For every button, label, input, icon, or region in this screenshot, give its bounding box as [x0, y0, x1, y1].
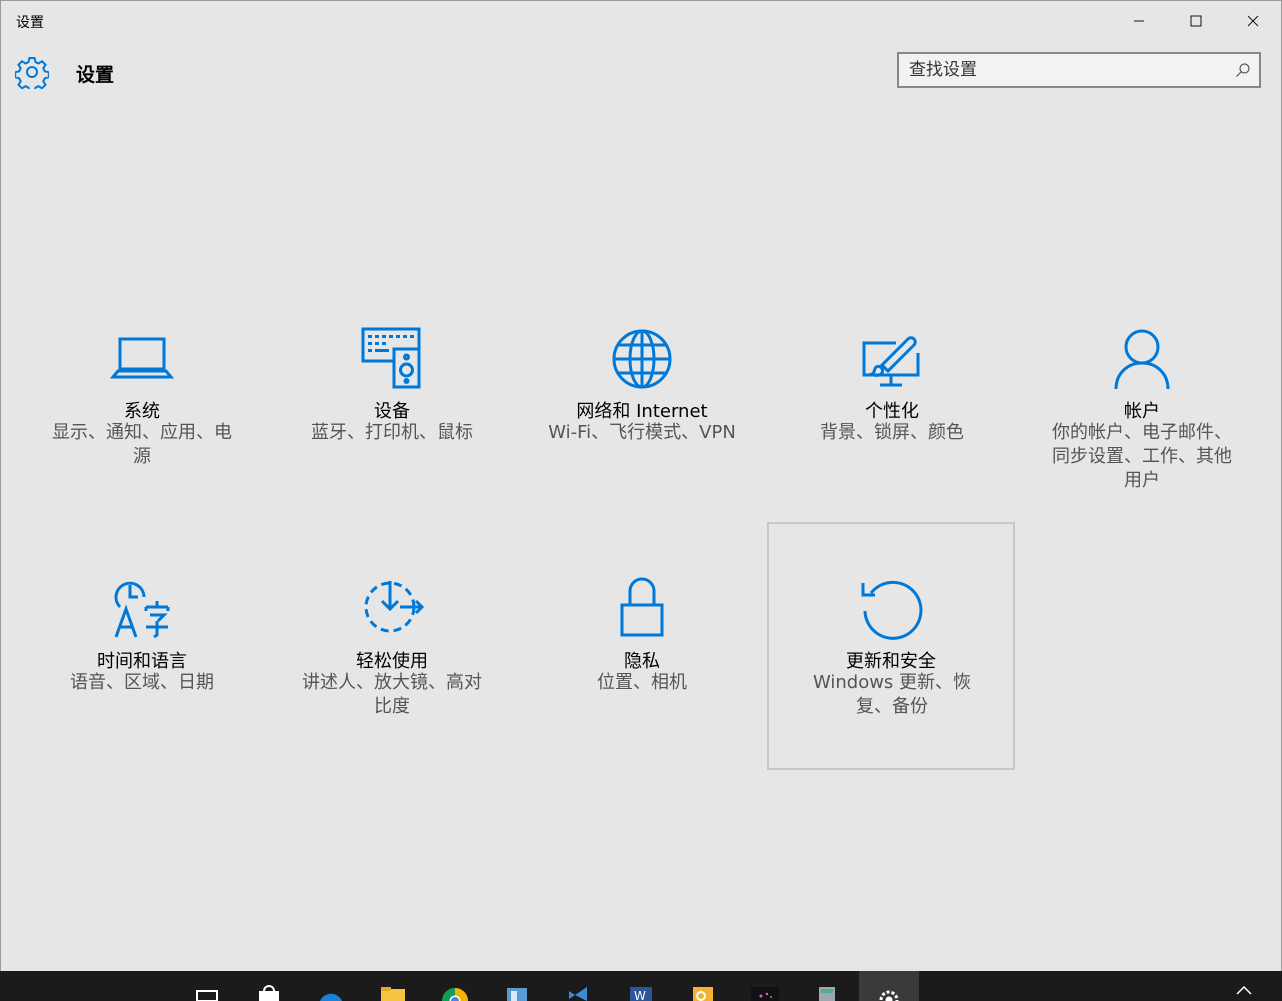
maximize-button[interactable]	[1167, 1, 1224, 41]
app-icon[interactable]	[487, 971, 547, 1001]
media-app-icon[interactable]	[735, 971, 795, 1001]
minimize-icon	[1133, 20, 1144, 22]
word-icon[interactable]: W	[611, 971, 671, 1001]
close-icon	[1247, 15, 1258, 27]
tile-ease-of-access[interactable]: 轻松使用 讲述人、放大镜、高对比度	[268, 523, 516, 771]
tile-description: Wi-Fi、飞行模式、VPN	[548, 422, 736, 443]
settings-window: 设置 设置 系统 显示、	[0, 0, 1282, 972]
search-input[interactable]	[909, 58, 1229, 82]
tile-accounts[interactable]: 帐户 你的帐户、电子邮件、同步设置、工作、其他用户	[1018, 273, 1266, 521]
tile-label: 网络和 Internet	[576, 401, 708, 422]
tile-label: 更新和安全	[846, 651, 936, 672]
chrome-icon[interactable]	[425, 971, 485, 1001]
store-icon[interactable]	[239, 971, 299, 1001]
tile-time-language[interactable]: 时间和语言 语音、区域、日期	[18, 523, 266, 771]
gear-icon	[15, 57, 49, 89]
chevron-up-icon[interactable]	[1236, 985, 1252, 995]
tile-description: 背景、锁屏、颜色	[820, 422, 964, 443]
tile-label: 个性化	[865, 401, 919, 422]
tile-label: 轻松使用	[356, 651, 428, 672]
tile-description: 蓝牙、打印机、鼠标	[311, 422, 473, 443]
settings-icon[interactable]	[859, 971, 919, 1001]
maximize-icon	[1190, 15, 1201, 27]
tile-devices[interactable]: 设备 蓝牙、打印机、鼠标	[268, 273, 516, 521]
tile-description: 讲述人、放大镜、高对比度	[302, 672, 482, 717]
tile-description: Windows 更新、恢复、备份	[812, 672, 972, 717]
laptop-icon	[110, 337, 174, 379]
tile-description: 你的帐户、电子邮件、同步设置、工作、其他用户	[1052, 422, 1232, 491]
tile-network[interactable]: 网络和 Internet Wi-Fi、飞行模式、VPN	[518, 273, 766, 521]
page-title: 设置	[76, 64, 115, 86]
tile-label: 时间和语言	[97, 651, 187, 672]
search-box[interactable]	[897, 52, 1261, 88]
title-bar: 设置	[1, 1, 1281, 41]
tile-description: 语音、区域、日期	[70, 672, 214, 693]
devices-icon	[361, 327, 421, 389]
lock-icon	[620, 577, 664, 637]
update-icon	[861, 580, 923, 640]
tile-personalization[interactable]: 个性化 背景、锁屏、颜色	[768, 273, 1016, 521]
person-icon	[1114, 329, 1170, 390]
window-title: 设置	[16, 15, 44, 31]
minimize-button[interactable]	[1110, 1, 1167, 41]
paint-screen-icon	[862, 336, 920, 387]
time-language-icon	[114, 581, 170, 639]
svg-text:W: W	[634, 989, 646, 1001]
task-view-icon[interactable]	[177, 971, 237, 1001]
tile-system[interactable]: 系统 显示、通知、应用、电源	[18, 273, 266, 521]
tile-label: 帐户	[1124, 401, 1160, 422]
outlook-icon[interactable]	[673, 971, 733, 1001]
file-explorer-icon[interactable]	[363, 971, 423, 1001]
ease-of-access-icon	[364, 581, 424, 633]
search-icon[interactable]	[1235, 62, 1251, 78]
tile-description: 位置、相机	[597, 672, 687, 693]
taskbar: W	[0, 971, 1282, 1001]
calculator-icon[interactable]	[797, 971, 857, 1001]
close-button[interactable]	[1224, 1, 1281, 41]
edge-icon[interactable]	[301, 971, 361, 1001]
tile-privacy[interactable]: 隐私 位置、相机	[518, 523, 766, 771]
settings-header: 设置	[1, 45, 1281, 105]
globe-icon	[612, 329, 672, 389]
tile-label: 设备	[374, 401, 410, 422]
tile-update-security[interactable]: 更新和安全 Windows 更新、恢复、备份	[767, 522, 1015, 770]
tile-label: 系统	[124, 401, 160, 422]
tile-label: 隐私	[624, 651, 660, 672]
tile-description: 显示、通知、应用、电源	[52, 422, 232, 467]
visual-studio-icon[interactable]	[549, 971, 609, 1001]
